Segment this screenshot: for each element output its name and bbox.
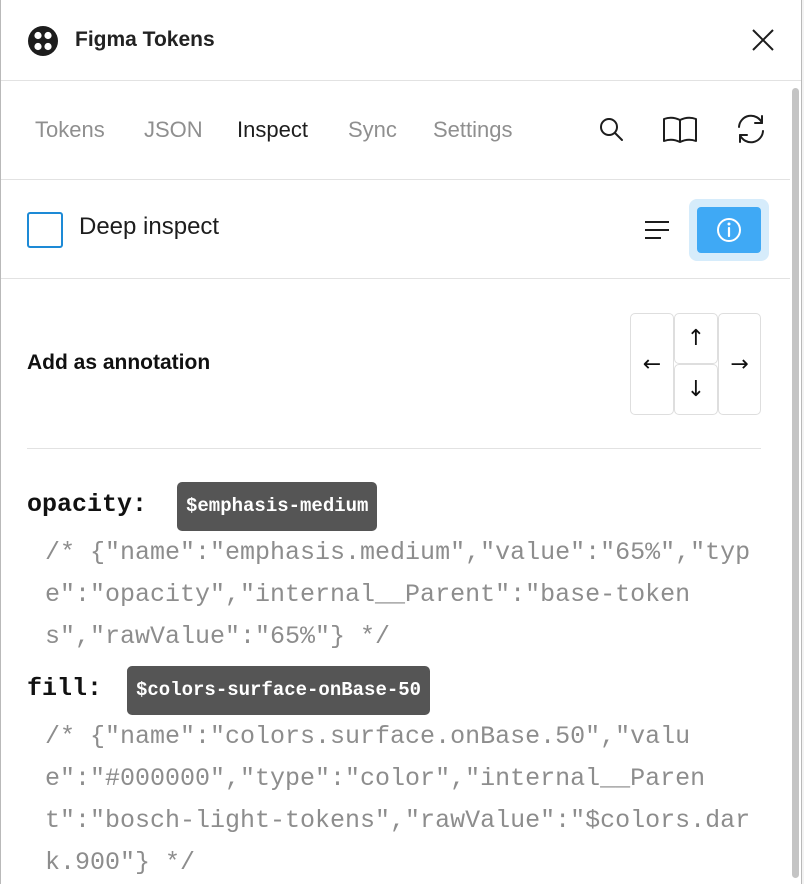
info-view-toggle [689,199,769,261]
annotation-down-button[interactable]: ↓ [674,364,718,415]
list-view-icon[interactable] [639,214,675,246]
add-annotation-label: Add as annotation [27,351,211,374]
figma-tokens-logo-icon [28,26,58,56]
tab-settings[interactable]: Settings [433,117,513,143]
plugin-window: Figma Tokens Tokens JSON Inspect Sync Se… [0,0,802,884]
deep-inspect-checkbox[interactable] [27,212,63,248]
annotation-left-button[interactable]: ← [630,313,674,415]
tab-inspect[interactable]: Inspect [237,117,308,143]
tab-bar: Tokens JSON Inspect Sync Settings [1,81,790,180]
book-icon[interactable] [662,111,698,147]
search-icon[interactable] [593,111,629,147]
token-badge-fill[interactable]: $colors-surface-onBase-50 [127,666,431,715]
token-comment-fill: /* {"name":"colors.surface.onBase.50","v… [45,722,751,877]
token-comment-opacity: /* {"name":"emphasis.medium","value":"65… [45,538,751,651]
tab-tokens[interactable]: Tokens [35,117,105,143]
tab-json[interactable]: JSON [144,117,203,143]
close-icon[interactable] [745,22,781,58]
deep-inspect-label: Deep inspect [79,213,220,240]
annotation-right-button[interactable]: → [718,313,761,415]
app-title: Figma Tokens [75,28,215,51]
tab-sync[interactable]: Sync [348,117,397,143]
divider [27,448,761,449]
inspect-toolbar: Deep inspect [1,180,790,279]
annotation-up-button[interactable]: ↑ [674,313,718,364]
info-view-button[interactable] [697,207,761,253]
property-name-opacity: opacity: [27,490,148,519]
info-icon [717,218,741,242]
token-badge-opacity[interactable]: $emphasis-medium [177,482,378,531]
scrollbar-thumb[interactable] [792,88,799,878]
refresh-icon[interactable] [733,111,769,147]
property-name-fill: fill: [27,674,103,703]
title-bar: Figma Tokens [1,0,801,81]
